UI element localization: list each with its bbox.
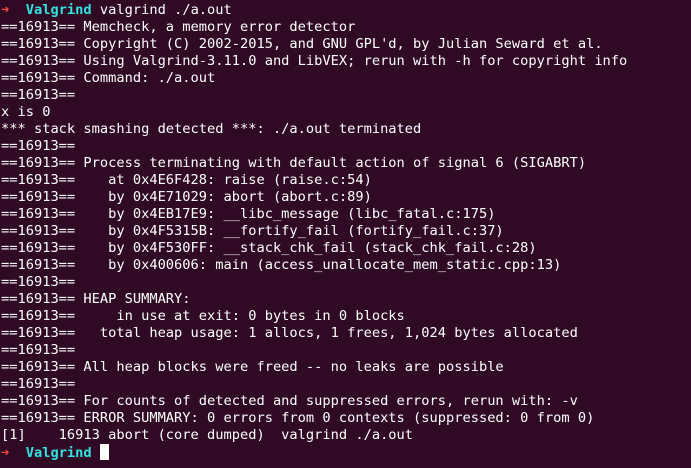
prompt-directory: Valgrind xyxy=(25,445,92,461)
output-line: ==16913== ERROR SUMMARY: 0 errors from 0… xyxy=(1,410,595,426)
command-prompt-line: ➜ Valgrind valgrind ./a.out xyxy=(1,2,691,19)
output-line: ==16913== by 0x4F530FF: __stack_chk_fail… xyxy=(1,240,537,256)
output-line: ==16913== xyxy=(1,87,76,103)
output-line: ==16913== For counts of detected and sup… xyxy=(1,393,578,409)
output-line: x is 0 xyxy=(1,104,51,120)
output-line: *** stack smashing detected ***: ./a.out… xyxy=(1,121,422,137)
output-line: ==16913== Copyright (C) 2002-2015, and G… xyxy=(1,36,603,52)
output-line: ==16913== All heap blocks were freed -- … xyxy=(1,359,504,375)
output-line: ==16913== by 0x4F5315B: __fortify_fail (… xyxy=(1,223,504,239)
output-line: ==16913== xyxy=(1,274,76,290)
command-text: valgrind ./a.out xyxy=(99,2,232,18)
output-line: [1] 16913 abort (core dumped) valgrind .… xyxy=(1,427,414,443)
output-line: ==16913== Process terminating with defau… xyxy=(1,155,587,171)
output-line: ==16913== xyxy=(1,138,76,154)
output-line: ==16913== by 0x400606: main (access_unal… xyxy=(1,257,562,273)
active-prompt-line[interactable]: ➜ Valgrind xyxy=(1,444,691,461)
output-line: ==16913== xyxy=(1,342,76,358)
output-line: ==16913== HEAP SUMMARY: xyxy=(1,291,191,307)
terminal-window[interactable]: ➜ Valgrind valgrind ./a.out ==16913== Me… xyxy=(0,0,691,468)
output-line: ==16913== at 0x4E6F428: raise (raise.c:5… xyxy=(1,172,372,188)
output-line: ==16913== Command: ./a.out xyxy=(1,70,216,86)
output-line: ==16913== in use at exit: 0 bytes in 0 b… xyxy=(1,308,405,324)
output-line: ==16913== by 0x4EB17E9: __libc_message (… xyxy=(1,206,496,222)
output-line: ==16913== Memcheck, a memory error detec… xyxy=(1,19,356,35)
text-cursor[interactable] xyxy=(99,444,109,460)
output-line: ==16913== Using Valgrind-3.11.0 and LibV… xyxy=(1,53,628,69)
prompt-directory: Valgrind xyxy=(25,2,92,18)
output-line: ==16913== by 0x4E71029: abort (abort.c:8… xyxy=(1,189,372,205)
output-line: ==16913== xyxy=(1,376,76,392)
prompt-arrow-icon: ➜ xyxy=(1,445,10,461)
output-line: ==16913== total heap usage: 1 allocs, 1 … xyxy=(1,325,578,341)
prompt-arrow-icon: ➜ xyxy=(1,2,10,18)
